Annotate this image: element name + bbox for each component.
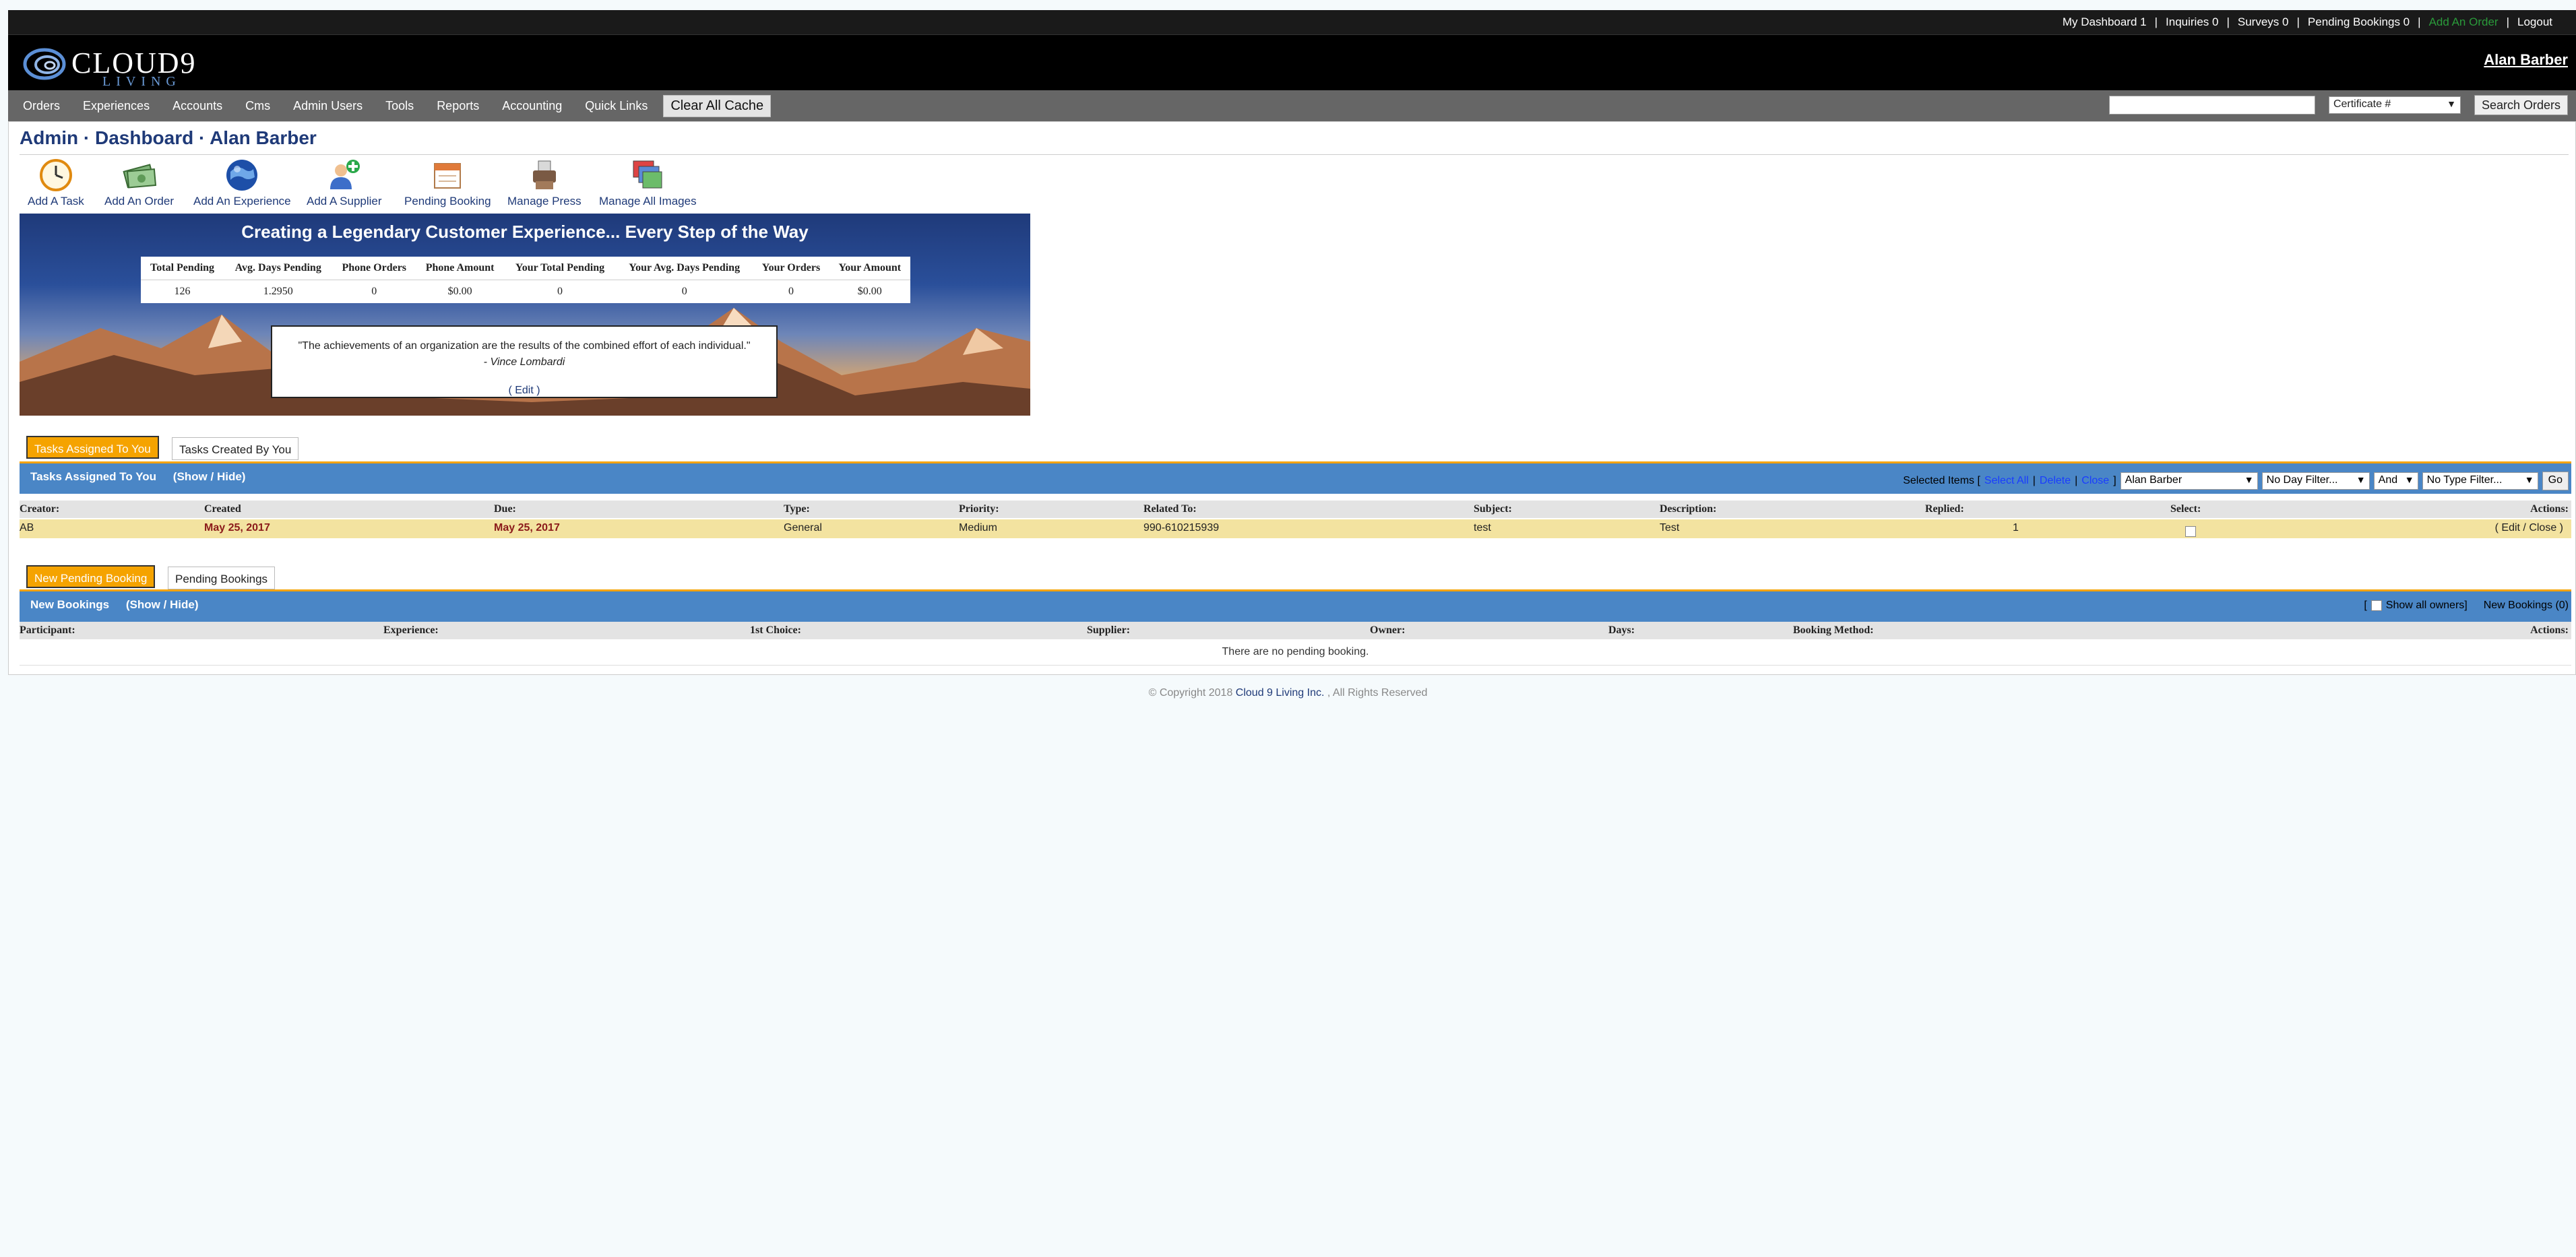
inquiries-link[interactable]: Inquiries 0: [2166, 15, 2218, 29]
nav-tools[interactable]: Tools: [374, 99, 425, 113]
tab-tasks-assigned[interactable]: Tasks Assigned To You: [26, 436, 159, 459]
clear-all-cache-button[interactable]: Clear All Cache: [663, 94, 772, 117]
quote-box: "The achievements of an organization are…: [271, 325, 778, 398]
quick-manage-press[interactable]: Manage Press: [507, 157, 582, 208]
table-row: AB May 25, 2017 May 25, 2017 General Med…: [20, 519, 2571, 538]
and-filter-select[interactable]: And ▼: [2373, 472, 2418, 490]
close-link[interactable]: Close: [2081, 475, 2109, 487]
select-all-link[interactable]: Select All: [1984, 475, 2029, 487]
banner-headline: Creating a Legendary Customer Experience…: [241, 222, 809, 242]
order-search: Certificate # ▼ Search Orders: [2108, 95, 2568, 115]
bookings-tools: [ Show all owners] New Bookings (0): [2364, 600, 2569, 611]
delete-link[interactable]: Delete: [2040, 475, 2071, 487]
bookings-show-hide-link[interactable]: (Show / Hide): [126, 598, 199, 611]
quote-text: "The achievements of an organization are…: [298, 340, 751, 352]
company-link[interactable]: Cloud 9 Living Inc.: [1236, 687, 1325, 699]
day-filter-select[interactable]: No Day Filter... ▼: [2261, 472, 2370, 490]
utility-bar: My Dashboard 1 | Inquiries 0 | Surveys 0…: [8, 10, 2576, 35]
logo-sub: LIVING: [102, 74, 181, 89]
globe-icon: [226, 160, 258, 191]
new-bookings-count: New Bookings (0): [2483, 600, 2569, 611]
swirl-logo-icon: [23, 48, 66, 80]
select-task-checkbox[interactable]: [2185, 526, 2196, 537]
logout-link[interactable]: Logout: [2517, 15, 2552, 29]
title-divider: [20, 154, 2569, 155]
quick-manage-images[interactable]: Manage All Images: [599, 157, 697, 208]
nav-accounts[interactable]: Accounts: [161, 99, 234, 113]
my-dashboard-link[interactable]: My Dashboard 1: [2063, 15, 2147, 29]
surveys-link[interactable]: Surveys 0: [2238, 15, 2289, 29]
cloud9-logo[interactable]: CLOUD9 LIVING: [23, 43, 225, 89]
type-filter-select[interactable]: No Type Filter... ▼: [2422, 472, 2538, 490]
main-panel: Admin · Dashboard · Alan Barber Add A Ta…: [8, 121, 2576, 675]
nav-quick-links[interactable]: Quick Links: [573, 99, 659, 113]
search-type-value: Certificate #: [2333, 98, 2391, 110]
bookings-table-header: Participant: Experience: 1st Choice: Sup…: [20, 622, 2571, 639]
add-an-order-link[interactable]: Add An Order: [2429, 15, 2499, 29]
printer-icon: [532, 160, 556, 189]
pending-stats-table: Total Pending Avg. Days Pending Phone Or…: [141, 257, 910, 303]
tab-new-pending-booking[interactable]: New Pending Booking: [26, 565, 156, 588]
edit-quote-link[interactable]: ( Edit ): [272, 385, 776, 397]
tab-tasks-created[interactable]: Tasks Created By You: [172, 437, 299, 460]
quick-add-order[interactable]: Add An Order: [104, 157, 174, 208]
owner-filter-select[interactable]: Alan Barber ▼: [2120, 472, 2258, 490]
chevron-down-icon: ▼: [2524, 474, 2534, 485]
quick-add-experience[interactable]: Add An Experience: [193, 157, 291, 208]
clock-icon: [39, 159, 72, 191]
nav-cms[interactable]: Cms: [234, 99, 282, 113]
quick-add-task[interactable]: Add A Task: [28, 157, 84, 208]
nav-reports[interactable]: Reports: [425, 99, 491, 113]
tasks-section-bar: Tasks Assigned To You (Show / Hide) Sele…: [20, 461, 2571, 494]
site-header: CLOUD9 LIVING Alan Barber: [8, 35, 2576, 90]
dashboard-banner: Creating a Legendary Customer Experience…: [20, 214, 1030, 416]
tasks-show-hide-link[interactable]: (Show / Hide): [173, 470, 246, 483]
quick-pending-booking[interactable]: Pending Booking: [404, 157, 491, 208]
nav-accounting[interactable]: Accounting: [491, 99, 573, 113]
search-orders-button[interactable]: Search Orders: [2474, 95, 2568, 115]
bookings-section-bar: New Bookings (Show / Hide) [ Show all ow…: [20, 589, 2571, 622]
no-bookings-message: There are no pending booking.: [1222, 646, 1369, 657]
page-title: Admin · Dashboard · Alan Barber: [20, 127, 317, 148]
bookings-section-title: New Bookings (Show / Hide): [30, 598, 199, 611]
add-user-icon: [329, 160, 360, 189]
footer: © Copyright 2018 Cloud 9 Living Inc. , A…: [1148, 687, 1428, 699]
quick-add-supplier[interactable]: Add A Supplier: [307, 157, 382, 208]
money-icon: [122, 164, 156, 189]
calendar-icon: [434, 163, 462, 189]
chevron-down-icon: ▼: [2356, 474, 2366, 485]
quote-author: - Vince Lombardi: [483, 356, 565, 368]
nav-admin-users[interactable]: Admin Users: [282, 99, 374, 113]
bookings-divider: [20, 665, 2571, 666]
edit-close-task-link[interactable]: ( Edit / Close ): [2495, 522, 2563, 534]
tab-pending-bookings[interactable]: Pending Bookings: [168, 567, 276, 589]
nav-experiences[interactable]: Experiences: [71, 99, 161, 113]
order-search-input[interactable]: [2108, 96, 2315, 115]
search-type-select[interactable]: Certificate # ▼: [2328, 96, 2461, 114]
nav-orders[interactable]: Orders: [8, 99, 71, 113]
chevron-down-icon: ▼: [2404, 474, 2414, 485]
tasks-section-title: Tasks Assigned To You (Show / Hide): [30, 470, 246, 483]
tasks-table-header: Creator: Created Due: Type: Priority: Re…: [20, 501, 2571, 518]
go-button[interactable]: Go: [2542, 472, 2569, 490]
tasks-bulk-tools: Selected Items [ Select All | Delete | C…: [1903, 472, 2569, 490]
chevron-down-icon: ▼: [2447, 98, 2456, 109]
images-icon: [633, 160, 662, 189]
pending-bookings-link[interactable]: Pending Bookings 0: [2308, 15, 2410, 29]
main-nav: Orders Experiences Accounts Cms Admin Us…: [8, 90, 2576, 121]
chevron-down-icon: ▼: [2244, 474, 2254, 485]
show-all-owners-checkbox[interactable]: [2370, 600, 2382, 611]
current-user-link[interactable]: Alan Barber: [2484, 51, 2568, 69]
